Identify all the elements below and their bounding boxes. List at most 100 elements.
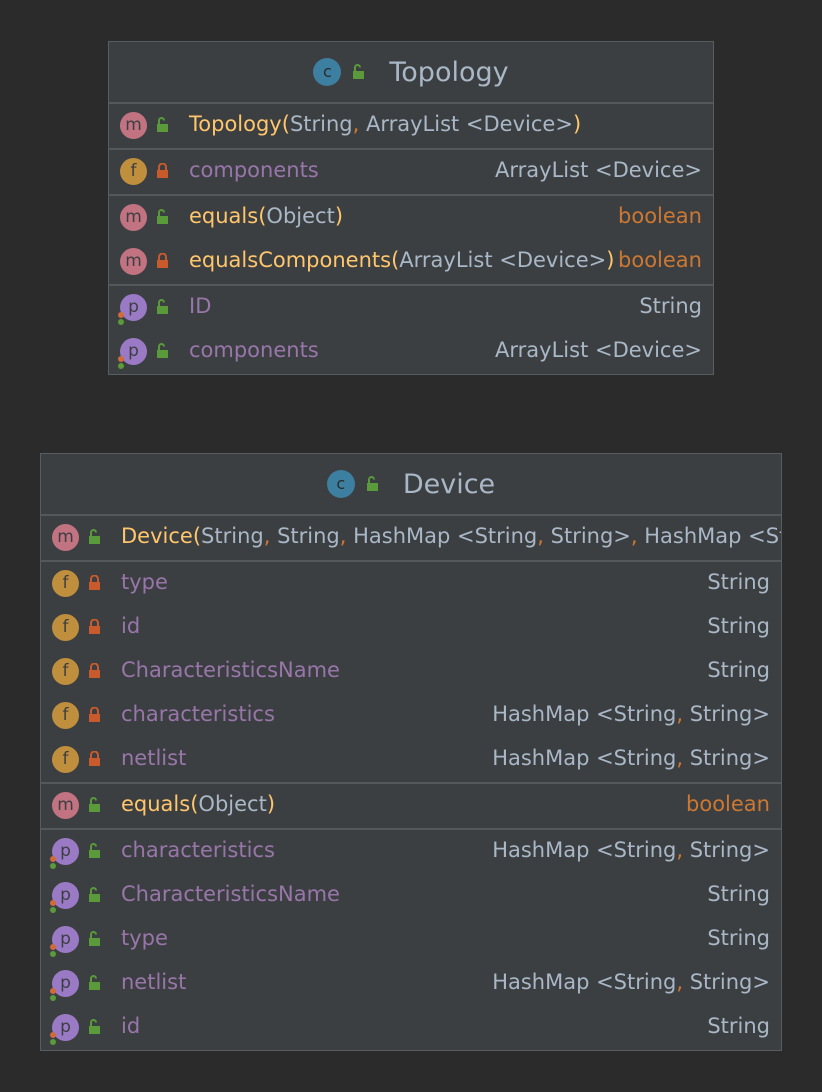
property-accessor-icon <box>50 988 58 1001</box>
property-row[interactable]: p id String <box>41 1006 781 1050</box>
property-type: ArrayList <Device> <box>495 338 702 362</box>
property-name: netlist <box>121 970 187 994</box>
field-name: id <box>121 614 141 638</box>
comma: , <box>537 524 551 548</box>
param: String> <box>550 524 631 548</box>
field-icon: f <box>52 702 79 729</box>
property-accessor-icon <box>50 1032 58 1045</box>
property-row[interactable]: p characteristics HashMap <String, Strin… <box>41 830 781 874</box>
property-type: HashMap <String, String> <box>492 970 770 994</box>
property-accessor-icon <box>50 944 58 957</box>
methods-section: m equals(Object) boolean <box>41 784 781 830</box>
field-type: String <box>707 614 770 638</box>
private-lock-icon <box>89 663 100 678</box>
property-type: String <box>707 926 770 950</box>
comma: , <box>352 112 366 136</box>
public-lock-icon <box>89 1019 100 1034</box>
public-lock-icon <box>353 64 365 79</box>
field-row[interactable]: f CharacteristicsName String <box>41 650 781 694</box>
public-lock-icon <box>157 299 168 314</box>
method-row[interactable]: m equalsComponents(ArrayList <Device>) b… <box>109 240 713 284</box>
field-row[interactable]: f type String <box>41 562 781 606</box>
property-row[interactable]: p type String <box>41 918 781 962</box>
method-icon: m <box>120 248 147 275</box>
constructor-row[interactable]: m Device(String, String, HashMap <String… <box>41 516 781 560</box>
field-icon: f <box>52 614 79 641</box>
constructors-section: m Device(String, String, HashMap <String… <box>41 516 781 562</box>
field-row[interactable]: f characteristics HashMap <String, Strin… <box>41 694 781 738</box>
class-header: c Device <box>41 454 781 516</box>
property-accessor-icon <box>50 900 58 913</box>
properties-section: p ID String p components ArrayList <Devi… <box>109 286 713 374</box>
public-lock-icon <box>157 117 168 132</box>
properties-section: p characteristics HashMap <String, Strin… <box>41 830 781 1050</box>
comma: , <box>339 524 354 548</box>
field-row[interactable]: f id String <box>41 606 781 650</box>
property-name: type <box>121 926 168 950</box>
type-part: HashMap <String <box>492 970 677 994</box>
property-name: components <box>189 338 319 362</box>
type-part: HashMap <String <box>492 746 677 770</box>
param: String <box>289 112 353 136</box>
comma: , <box>630 524 645 548</box>
field-type: HashMap <String, String> <box>492 746 770 770</box>
comma: , <box>676 746 690 770</box>
property-type: String <box>707 1014 770 1038</box>
constructor-row[interactable]: m Topology(String, ArrayList <Device>) <box>109 104 713 148</box>
field-name: components <box>189 158 319 182</box>
field-row[interactable]: f netlist HashMap <String, String> <box>41 738 781 782</box>
field-type: ArrayList <Device> <box>495 158 702 182</box>
methods-section: m equals(Object) boolean m equalsCompone… <box>109 196 713 286</box>
constructor-name: Topology <box>189 112 282 136</box>
class-icon: c <box>313 58 342 86</box>
method-row[interactable]: m equals(Object) boolean <box>41 784 781 828</box>
property-name: CharacteristicsName <box>121 882 340 906</box>
property-row[interactable]: p ID String <box>109 286 713 330</box>
property-name: id <box>121 1014 141 1038</box>
field-name: netlist <box>121 746 187 770</box>
field-row[interactable]: f components ArrayList <Device> <box>109 150 713 194</box>
private-lock-icon <box>89 751 100 766</box>
class-name: Topology <box>389 56 509 88</box>
property-row[interactable]: p components ArrayList <Device> <box>109 330 713 374</box>
comma: , <box>676 838 690 862</box>
param: HashMap <String <box>353 524 538 548</box>
property-type: HashMap <String, String> <box>492 838 770 862</box>
close-paren: ) <box>266 792 276 816</box>
topology-class-box[interactable]: c Topology m Topology(String, ArrayList … <box>108 41 714 375</box>
method-name: equals <box>121 792 191 816</box>
field-name: CharacteristicsName <box>121 658 340 682</box>
device-class-box[interactable]: c Device m Device(String, String, HashMa… <box>40 453 782 1051</box>
comma: , <box>676 970 690 994</box>
method-icon: m <box>52 524 79 551</box>
fields-section: f type String f id String f Characterist… <box>41 562 781 784</box>
property-row[interactable]: p CharacteristicsName String <box>41 874 781 918</box>
comma: , <box>676 702 690 726</box>
method-row[interactable]: m equals(Object) boolean <box>109 196 713 240</box>
private-lock-icon <box>157 163 168 178</box>
param: ArrayList <Device> <box>399 248 607 272</box>
property-accessor-icon <box>50 856 58 869</box>
param: HashMap <Stri <box>644 524 781 548</box>
field-icon: f <box>52 570 79 597</box>
property-row[interactable]: p netlist HashMap <String, String> <box>41 962 781 1006</box>
public-lock-icon <box>89 887 100 902</box>
open-paren: ( <box>281 112 290 136</box>
close-paren: ) <box>334 204 344 228</box>
property-accessor-icon <box>118 312 126 325</box>
private-lock-icon <box>157 253 168 268</box>
private-lock-icon <box>89 707 100 722</box>
public-lock-icon <box>89 843 100 858</box>
private-lock-icon <box>89 575 100 590</box>
method-signature: equalsComponents(ArrayList <Device>) <box>189 248 614 272</box>
close-paren: ) <box>572 112 582 136</box>
type-part: HashMap <String <box>492 702 677 726</box>
field-icon: f <box>52 658 79 685</box>
public-lock-icon <box>89 931 100 946</box>
constructor-signature: Device(String, String, HashMap <String, … <box>121 524 781 548</box>
type-part: String> <box>689 970 770 994</box>
property-name: characteristics <box>121 838 275 862</box>
type-part: String> <box>689 838 770 862</box>
return-type: boolean <box>618 248 702 272</box>
class-header: c Topology <box>109 42 713 104</box>
